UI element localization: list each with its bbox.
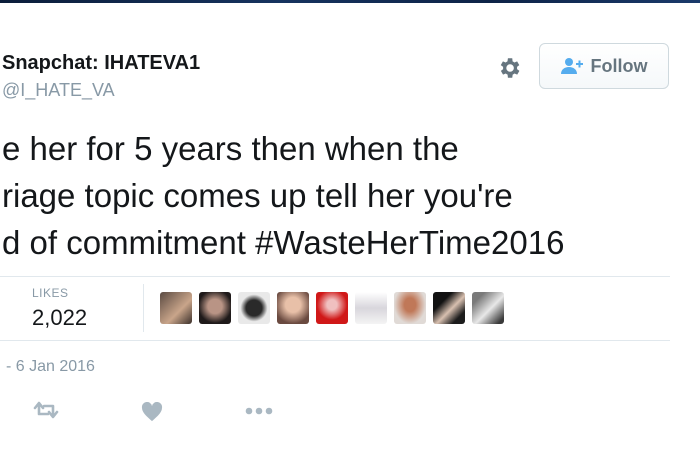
author-display-name[interactable]: Snapchat: IHATEVA1 (2, 52, 200, 75)
likes-count[interactable]: 2,022 (32, 305, 87, 331)
follow-button[interactable]: Follow (539, 43, 669, 89)
likes-label: LIKES (32, 286, 69, 300)
tweet-line-3: d of commitment #WasteHerTime2016 (2, 219, 564, 266)
tweet-line-1: e her for 5 years then when the (2, 130, 459, 167)
liker-avatar[interactable] (160, 292, 192, 324)
tweet-timestamp[interactable]: - 6 Jan 2016 (6, 358, 95, 376)
stats-separator (143, 284, 144, 332)
liker-avatar[interactable] (433, 292, 465, 324)
top-banner-strip (0, 0, 700, 3)
hashtag-link[interactable]: #WasteHerTime2016 (255, 224, 564, 261)
tweet-line-2: riage topic comes up tell her you're (2, 177, 513, 214)
tweet-line-3-text: d of commitment (2, 224, 256, 261)
liker-avatar[interactable] (394, 292, 426, 324)
add-user-icon (560, 58, 583, 74)
heart-icon[interactable] (141, 402, 163, 422)
liker-avatar[interactable] (199, 292, 231, 324)
liker-avatar[interactable] (472, 292, 504, 324)
retweet-icon[interactable] (32, 400, 60, 420)
more-dots-icon[interactable] (245, 405, 273, 417)
liker-avatar[interactable] (238, 292, 270, 324)
follow-button-label: Follow (590, 55, 648, 76)
liker-avatar[interactable] (277, 292, 309, 324)
stats-divider-top (0, 276, 670, 277)
liker-avatar[interactable] (355, 292, 387, 324)
stats-divider-bottom (0, 340, 670, 341)
liker-avatar[interactable] (316, 292, 348, 324)
gear-icon[interactable] (496, 55, 522, 81)
author-handle[interactable]: @I_HATE_VA (2, 80, 115, 101)
